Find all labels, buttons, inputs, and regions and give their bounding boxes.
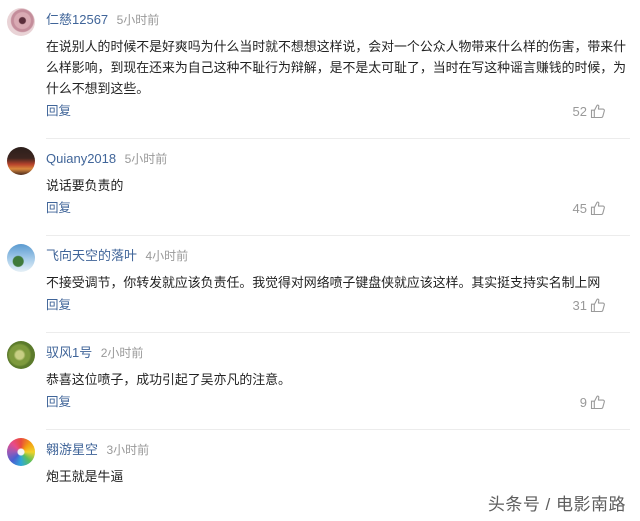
timestamp: 2小时前 (100, 346, 144, 360)
like-button[interactable]: 31 (573, 295, 606, 315)
like-button[interactable]: 9 (580, 392, 606, 412)
comment-item: Quiany2018 5小时前 说话要负责的 回复 45 (7, 138, 630, 235)
comment-list: 仁慈12567 5小时前 在说别人的时候不是好爽吗为什么当时就不想想这样说，会对… (0, 0, 640, 504)
like-count: 9 (579, 394, 587, 410)
comment-header: Quiany2018 5小时前 (46, 149, 630, 169)
reply-button[interactable]: 回复 (46, 295, 71, 315)
like-count: 52 (572, 103, 587, 119)
timestamp: 4小时前 (145, 249, 189, 263)
like-button[interactable]: 52 (573, 101, 606, 121)
comment-item: 仁慈12567 5小时前 在说别人的时候不是好爽吗为什么当时就不想想这样说，会对… (7, 0, 630, 138)
reply-button[interactable]: 回复 (46, 198, 71, 218)
comment-text: 恭喜这位喷子，成功引起了吴亦凡的注意。 (46, 372, 291, 387)
username[interactable]: 翱游星空 (46, 442, 98, 457)
comment-text: 在说别人的时候不是好爽吗为什么当时就不想想这样说，会对一个公众人物带来什么样的伤… (46, 39, 627, 96)
comment-header: 仁慈12567 5小时前 (46, 10, 630, 30)
avatar[interactable] (7, 147, 35, 175)
thumbs-up-icon (590, 201, 605, 216)
username[interactable]: 飞向天空的落叶 (46, 248, 137, 263)
comment-item: 驭风1号 2小时前 恭喜这位喷子，成功引起了吴亦凡的注意。 回复 9 (7, 332, 630, 429)
comment-header: 翱游星空 3小时前 (46, 440, 630, 460)
thumbs-up-icon (590, 104, 605, 119)
comment-item: 飞向天空的落叶 4小时前 不接受调节，你转发就应该负责任。我觉得对网络喷子键盘侠… (7, 235, 630, 332)
reply-button[interactable]: 回复 (46, 101, 71, 121)
avatar[interactable] (7, 8, 35, 36)
thumbs-up-icon (590, 298, 605, 313)
reply-button[interactable]: 回复 (46, 392, 71, 412)
comment-header: 驭风1号 2小时前 (46, 343, 630, 363)
timestamp: 5小时前 (124, 152, 168, 166)
username[interactable]: Quiany2018 (46, 151, 116, 166)
comment-header: 飞向天空的落叶 4小时前 (46, 246, 630, 266)
like-count: 45 (572, 200, 587, 216)
comment-text: 炮王就是牛逼 (46, 469, 124, 484)
like-count: 31 (572, 297, 587, 313)
thumbs-up-icon (590, 395, 605, 410)
watermark: 头条号 / 电影南路 (487, 495, 626, 514)
like-button[interactable]: 45 (573, 198, 606, 218)
comment-text: 不接受调节，你转发就应该负责任。我觉得对网络喷子键盘侠就应该这样。其实挺支持实名… (46, 275, 601, 290)
username[interactable]: 驭风1号 (46, 345, 92, 360)
avatar[interactable] (7, 244, 35, 272)
avatar[interactable] (7, 438, 35, 466)
avatar[interactable] (7, 341, 35, 369)
username[interactable]: 仁慈12567 (46, 12, 108, 27)
timestamp: 3小时前 (106, 443, 150, 457)
comment-text: 说话要负责的 (46, 178, 124, 193)
timestamp: 5小时前 (116, 13, 160, 27)
